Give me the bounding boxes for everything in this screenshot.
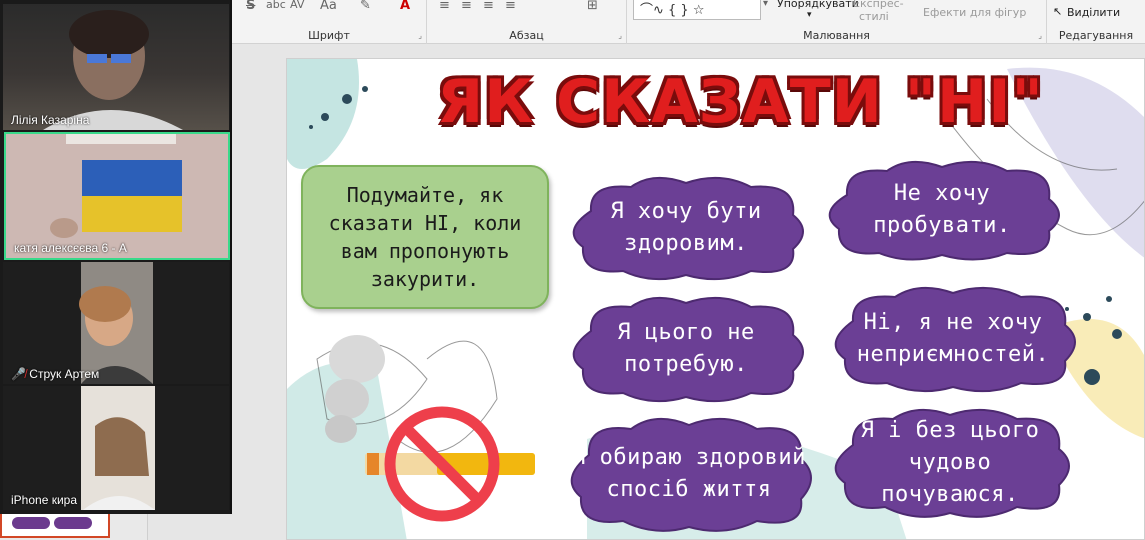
phrase-text: Я хочу бути здоровим. bbox=[610, 199, 762, 256]
mic-muted-icon: 🎤̸ bbox=[11, 367, 26, 381]
highlight-icon[interactable]: ✎ bbox=[360, 0, 371, 13]
phrase-cloud: Я обираю здоровий спосіб життя bbox=[559, 411, 819, 537]
drawing-dialog-launcher-icon[interactable]: ⌟ bbox=[1038, 31, 1042, 40]
phrase-cloud: Я хочу бути здоровим. bbox=[561, 171, 811, 285]
participant-video bbox=[81, 386, 155, 510]
justify-icon[interactable]: ≡ bbox=[505, 0, 516, 13]
font-color-icon[interactable]: A bbox=[400, 0, 410, 13]
font-dialog-launcher-icon[interactable]: ⌟ bbox=[418, 31, 422, 40]
paragraph-group-label: Абзац bbox=[509, 29, 544, 42]
editing-group-label: Редагування bbox=[1058, 29, 1134, 42]
gallery-more-icon[interactable]: ▾ bbox=[763, 0, 768, 9]
participant-name: 🎤̸ Струк Артем bbox=[11, 367, 99, 381]
font-group: S abc AV Aa ✎ A Шрифт ⌟ bbox=[232, 0, 427, 44]
editing-group: ↖ Виділити Редагування bbox=[1047, 0, 1145, 44]
phrase-text: Я цього не потребую. bbox=[617, 320, 755, 377]
phrase-cloud: Не хочу пробувати. bbox=[817, 155, 1067, 265]
participant-video bbox=[6, 134, 228, 258]
drawing-group-label: Малювання bbox=[803, 29, 870, 42]
participant-video bbox=[43, 10, 183, 130]
phrase-text: Я і без цього чудово почуваюся. bbox=[860, 418, 1040, 507]
slide-canvas[interactable]: ЯК СКАЗАТИ "НІ" Подумайте, як сказати НІ… bbox=[286, 58, 1145, 540]
arrange-chevron-icon[interactable]: ▾ bbox=[807, 10, 812, 20]
participant-name-text: Струк Артем bbox=[29, 367, 100, 381]
participant-tile[interactable]: Лілія Казаріна bbox=[3, 4, 229, 130]
font-group-label: Шрифт bbox=[308, 29, 350, 42]
phrase-text: Ні, я не хочу неприємностей. bbox=[856, 310, 1050, 367]
select-button[interactable]: Виділити bbox=[1067, 6, 1120, 19]
arrange-button[interactable]: Упорядкувати bbox=[777, 0, 859, 10]
participant-video bbox=[79, 262, 153, 384]
ribbon: S abc AV Aa ✎ A Шрифт ⌟ ≡ ≡ ≡ ≡ ⊞ Абзац … bbox=[232, 0, 1145, 44]
participant-name: катя алексєєва 6 - А bbox=[14, 241, 127, 255]
slide-thumbnail-preview bbox=[12, 514, 100, 532]
change-case-icon[interactable]: Aa bbox=[320, 0, 337, 13]
char-spacing-icon[interactable]: AV bbox=[290, 0, 304, 11]
phrase-cloud: Я цього не потребую. bbox=[561, 291, 811, 407]
phrase-cloud: Ні, я не хочу неприємностей. bbox=[823, 281, 1083, 397]
phrase-text: Не хочу пробувати. bbox=[873, 181, 1011, 238]
prompt-box: Подумайте, як сказати НІ, коли вам пропо… bbox=[301, 165, 549, 309]
slide-title: ЯК СКАЗАТИ "НІ" bbox=[437, 67, 1044, 137]
participant-tile[interactable]: iPhone кира bbox=[3, 386, 229, 510]
align-center-icon[interactable]: ≡ bbox=[461, 0, 472, 13]
video-panel: Лілія Казаріна катя алексєєва 6 - А 🎤̸ С… bbox=[0, 0, 232, 514]
align-right-icon[interactable]: ≡ bbox=[483, 0, 494, 13]
align-left-icon[interactable]: ≡ bbox=[439, 0, 450, 13]
convert-smartart-icon[interactable]: ⊞ bbox=[587, 0, 598, 13]
paragraph-dialog-launcher-icon[interactable]: ⌟ bbox=[618, 31, 622, 40]
participant-tile-active[interactable]: катя алексєєва 6 - А bbox=[4, 132, 230, 260]
paragraph-group: ≡ ≡ ≡ ≡ ⊞ Абзац ⌟ bbox=[427, 0, 627, 44]
phrase-text: Я обираю здоровий спосіб життя bbox=[572, 445, 806, 502]
participant-name: iPhone кира bbox=[11, 493, 77, 507]
cursor-icon: ↖ bbox=[1053, 5, 1063, 18]
shapes-gallery[interactable]: ⌒∿ { } ☆ bbox=[633, 0, 761, 20]
prompt-text: Подумайте, як сказати НІ, коли вам пропо… bbox=[328, 183, 522, 291]
phrase-cloud: Я і без цього чудово почуваюся. bbox=[823, 403, 1077, 523]
participant-name: Лілія Казаріна bbox=[11, 113, 90, 127]
abc-icon[interactable]: abc bbox=[266, 0, 286, 11]
express-styles-label-2: стилі bbox=[859, 10, 889, 23]
shape-effects-button[interactable]: Ефекти для фігур bbox=[923, 6, 1026, 19]
express-styles-button[interactable]: Експрес- bbox=[853, 0, 904, 10]
drawing-group: ⌒∿ { } ☆ ▾ Упорядкувати ▾ Експрес- стилі… bbox=[627, 0, 1047, 44]
participant-tile[interactable]: 🎤̸ Струк Артем bbox=[3, 262, 229, 384]
strikethrough-icon[interactable]: S bbox=[246, 0, 255, 13]
